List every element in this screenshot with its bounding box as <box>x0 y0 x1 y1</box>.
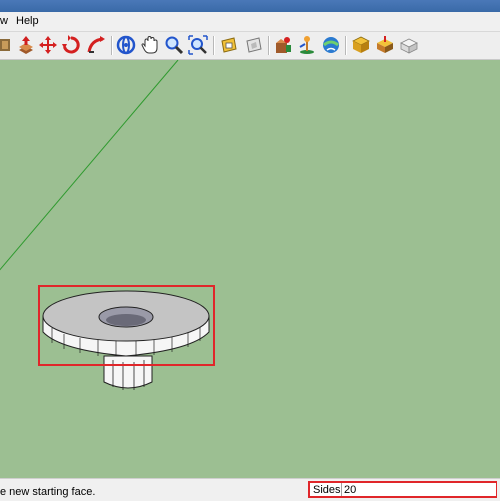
cylinder-stem <box>103 355 153 390</box>
toolbar <box>0 32 500 60</box>
move-icon[interactable] <box>38 35 58 55</box>
model-viewport[interactable] <box>0 60 500 478</box>
get-models-icon[interactable] <box>219 35 239 55</box>
measurements-label: Sides <box>313 484 341 496</box>
title-bar <box>0 0 500 12</box>
walk-icon[interactable] <box>321 35 341 55</box>
components-icon[interactable] <box>0 35 12 55</box>
status-text: e new starting face. <box>0 486 96 498</box>
toolbar-separator <box>111 36 113 55</box>
menu-help[interactable]: Help <box>16 15 39 28</box>
menu-window[interactable]: w <box>0 15 8 28</box>
toolbar-separator <box>213 36 215 55</box>
model-canvas <box>0 60 215 390</box>
zoom-icon[interactable] <box>164 35 184 55</box>
toolbar-separator <box>268 36 270 55</box>
rotate-icon[interactable] <box>61 35 81 55</box>
green-axis-line <box>0 60 179 271</box>
position-camera-icon[interactable] <box>297 35 317 55</box>
orbit-icon[interactable] <box>116 35 136 55</box>
toggle-terrain-icon[interactable] <box>399 35 419 55</box>
share-model-icon[interactable] <box>244 35 264 55</box>
washer-disk <box>42 290 210 357</box>
follow-me-icon[interactable] <box>86 35 106 55</box>
pan-icon[interactable] <box>140 35 160 55</box>
measurements-input[interactable] <box>341 483 496 496</box>
zoom-extents-icon[interactable] <box>188 35 208 55</box>
look-around-icon[interactable] <box>351 35 371 55</box>
get-photo-texture-icon[interactable] <box>273 35 293 55</box>
measurements-box: Sides <box>308 481 497 498</box>
toolbar-separator <box>345 36 347 55</box>
menu-bar: w Help <box>0 12 500 32</box>
push-pull-icon[interactable] <box>16 35 36 55</box>
add-location-icon[interactable] <box>375 35 395 55</box>
